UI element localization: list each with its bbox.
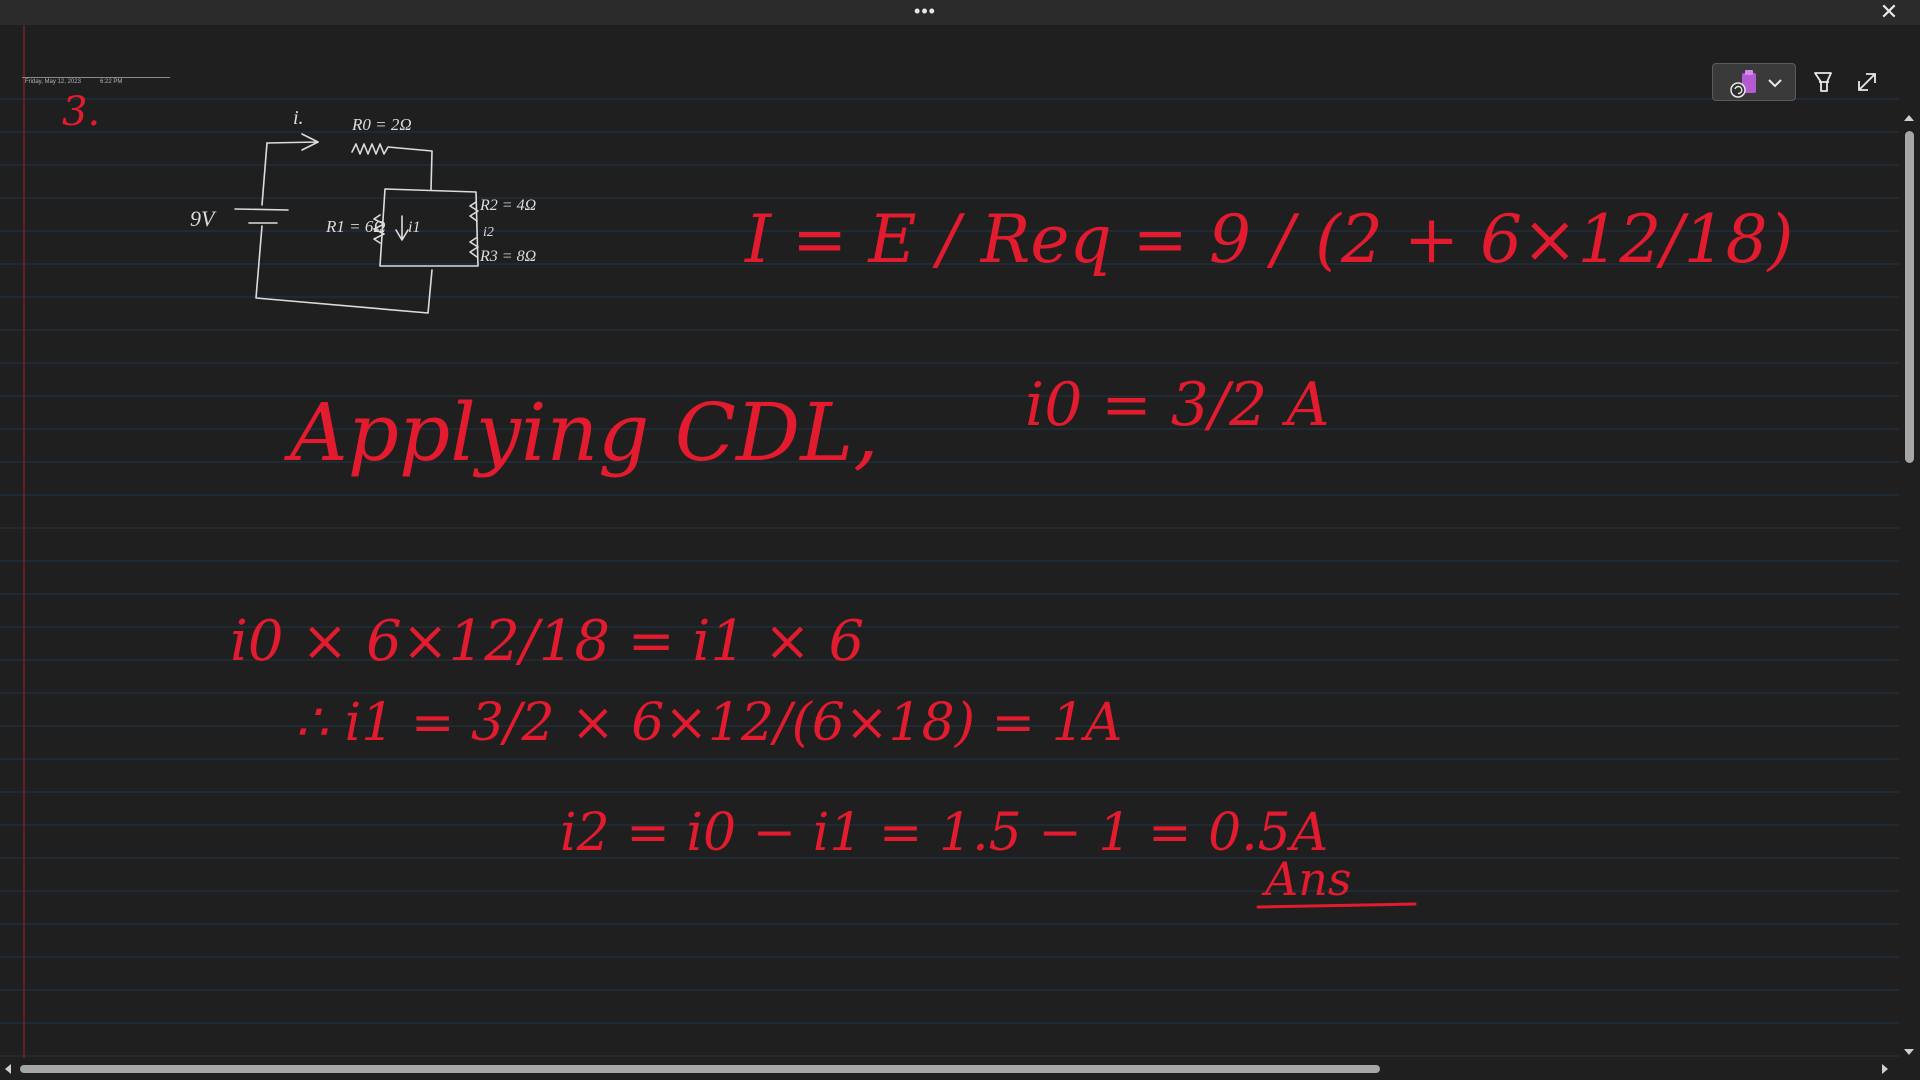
onenote-window: ••• ✕ 9V i. R0 = 2Ω R1 = 6Ω R2 = 4Ω R3 =…: [0, 0, 1920, 1080]
result-i0: i0 = 3/2 A: [1025, 370, 1330, 440]
horizontal-scrollbar[interactable]: [0, 1058, 1899, 1080]
vertical-scrollbar[interactable]: [1899, 112, 1920, 1058]
battery-plate-long: [234, 208, 289, 211]
page-title-line[interactable]: [22, 77, 170, 78]
r2-label: R2 = 4Ω: [479, 197, 536, 214]
equation-current: I = E / Req = 9 / (2 + 6×12/18): [744, 201, 1793, 278]
i2-label: i2: [483, 225, 494, 240]
circuit-wire: [266, 141, 319, 144]
close-button[interactable]: ✕: [1876, 1, 1902, 23]
r3-label: R3 = 8Ω: [479, 248, 536, 265]
current-arrow-i1: [395, 215, 409, 241]
source-label: 9V: [190, 206, 217, 231]
circuit-labels: 9V i. R0 = 2Ω R1 = 6Ω R2 = 4Ω R3 = 8Ω i1…: [190, 107, 536, 265]
circuit-wire: [261, 142, 268, 206]
method-label: Applying CDL,: [283, 386, 879, 479]
chevron-down-icon: [1768, 79, 1782, 88]
pen-tool-button[interactable]: [1712, 63, 1796, 101]
answer-label: Ans: [1261, 852, 1351, 906]
page-time: 6:22 PM: [100, 79, 123, 85]
i1-equation: ∴ i1 = 3/2 × 6×12/(6×18) = 1A: [295, 693, 1122, 753]
scroll-up-arrow-icon: [1904, 115, 1914, 121]
resistor-r0: [351, 143, 433, 191]
scroll-left-arrow-icon: [5, 1064, 11, 1074]
title-bar: ••• ✕: [0, 0, 1920, 25]
pen-tool-icon: [1730, 70, 1782, 98]
vertical-scroll-thumb: [1905, 131, 1914, 463]
i2-equation: i2 = i0 − i1 = 1.5 − 1 = 0.5A: [560, 803, 1328, 863]
more-options-button[interactable]: •••: [914, 2, 936, 22]
i1-label: i1: [408, 219, 420, 236]
ink-canvas[interactable]: 9V i. R0 = 2Ω R1 = 6Ω R2 = 4Ω R3 = 8Ω i1…: [0, 25, 1899, 1058]
note-page[interactable]: 9V i. R0 = 2Ω R1 = 6Ω R2 = 4Ω R3 = 8Ω i1…: [0, 25, 1899, 1058]
i0-label: i.: [293, 107, 304, 129]
scroll-right-arrow-icon: [1882, 1064, 1888, 1074]
red-handwriting: 3. I = E / Req = 9 / (2 + 6×12/18) i0 = …: [62, 89, 1793, 906]
scroll-down-arrow-icon: [1904, 1049, 1914, 1055]
r1-label: R1 = 6Ω: [325, 217, 386, 236]
circuit-wire: [255, 225, 433, 314]
parallel-branches: [379, 188, 479, 267]
problem-number: 3.: [62, 89, 100, 135]
cdl-equation: i0 × 6×12/18 = i1 × 6: [230, 609, 864, 674]
highlighter-icon[interactable]: [1810, 69, 1836, 95]
horizontal-scroll-thumb: [20, 1065, 1380, 1073]
r0-label: R0 = 2Ω: [351, 115, 412, 134]
page-date: Friday, May 12, 2023: [25, 79, 81, 85]
expand-icon[interactable]: [1854, 69, 1880, 95]
